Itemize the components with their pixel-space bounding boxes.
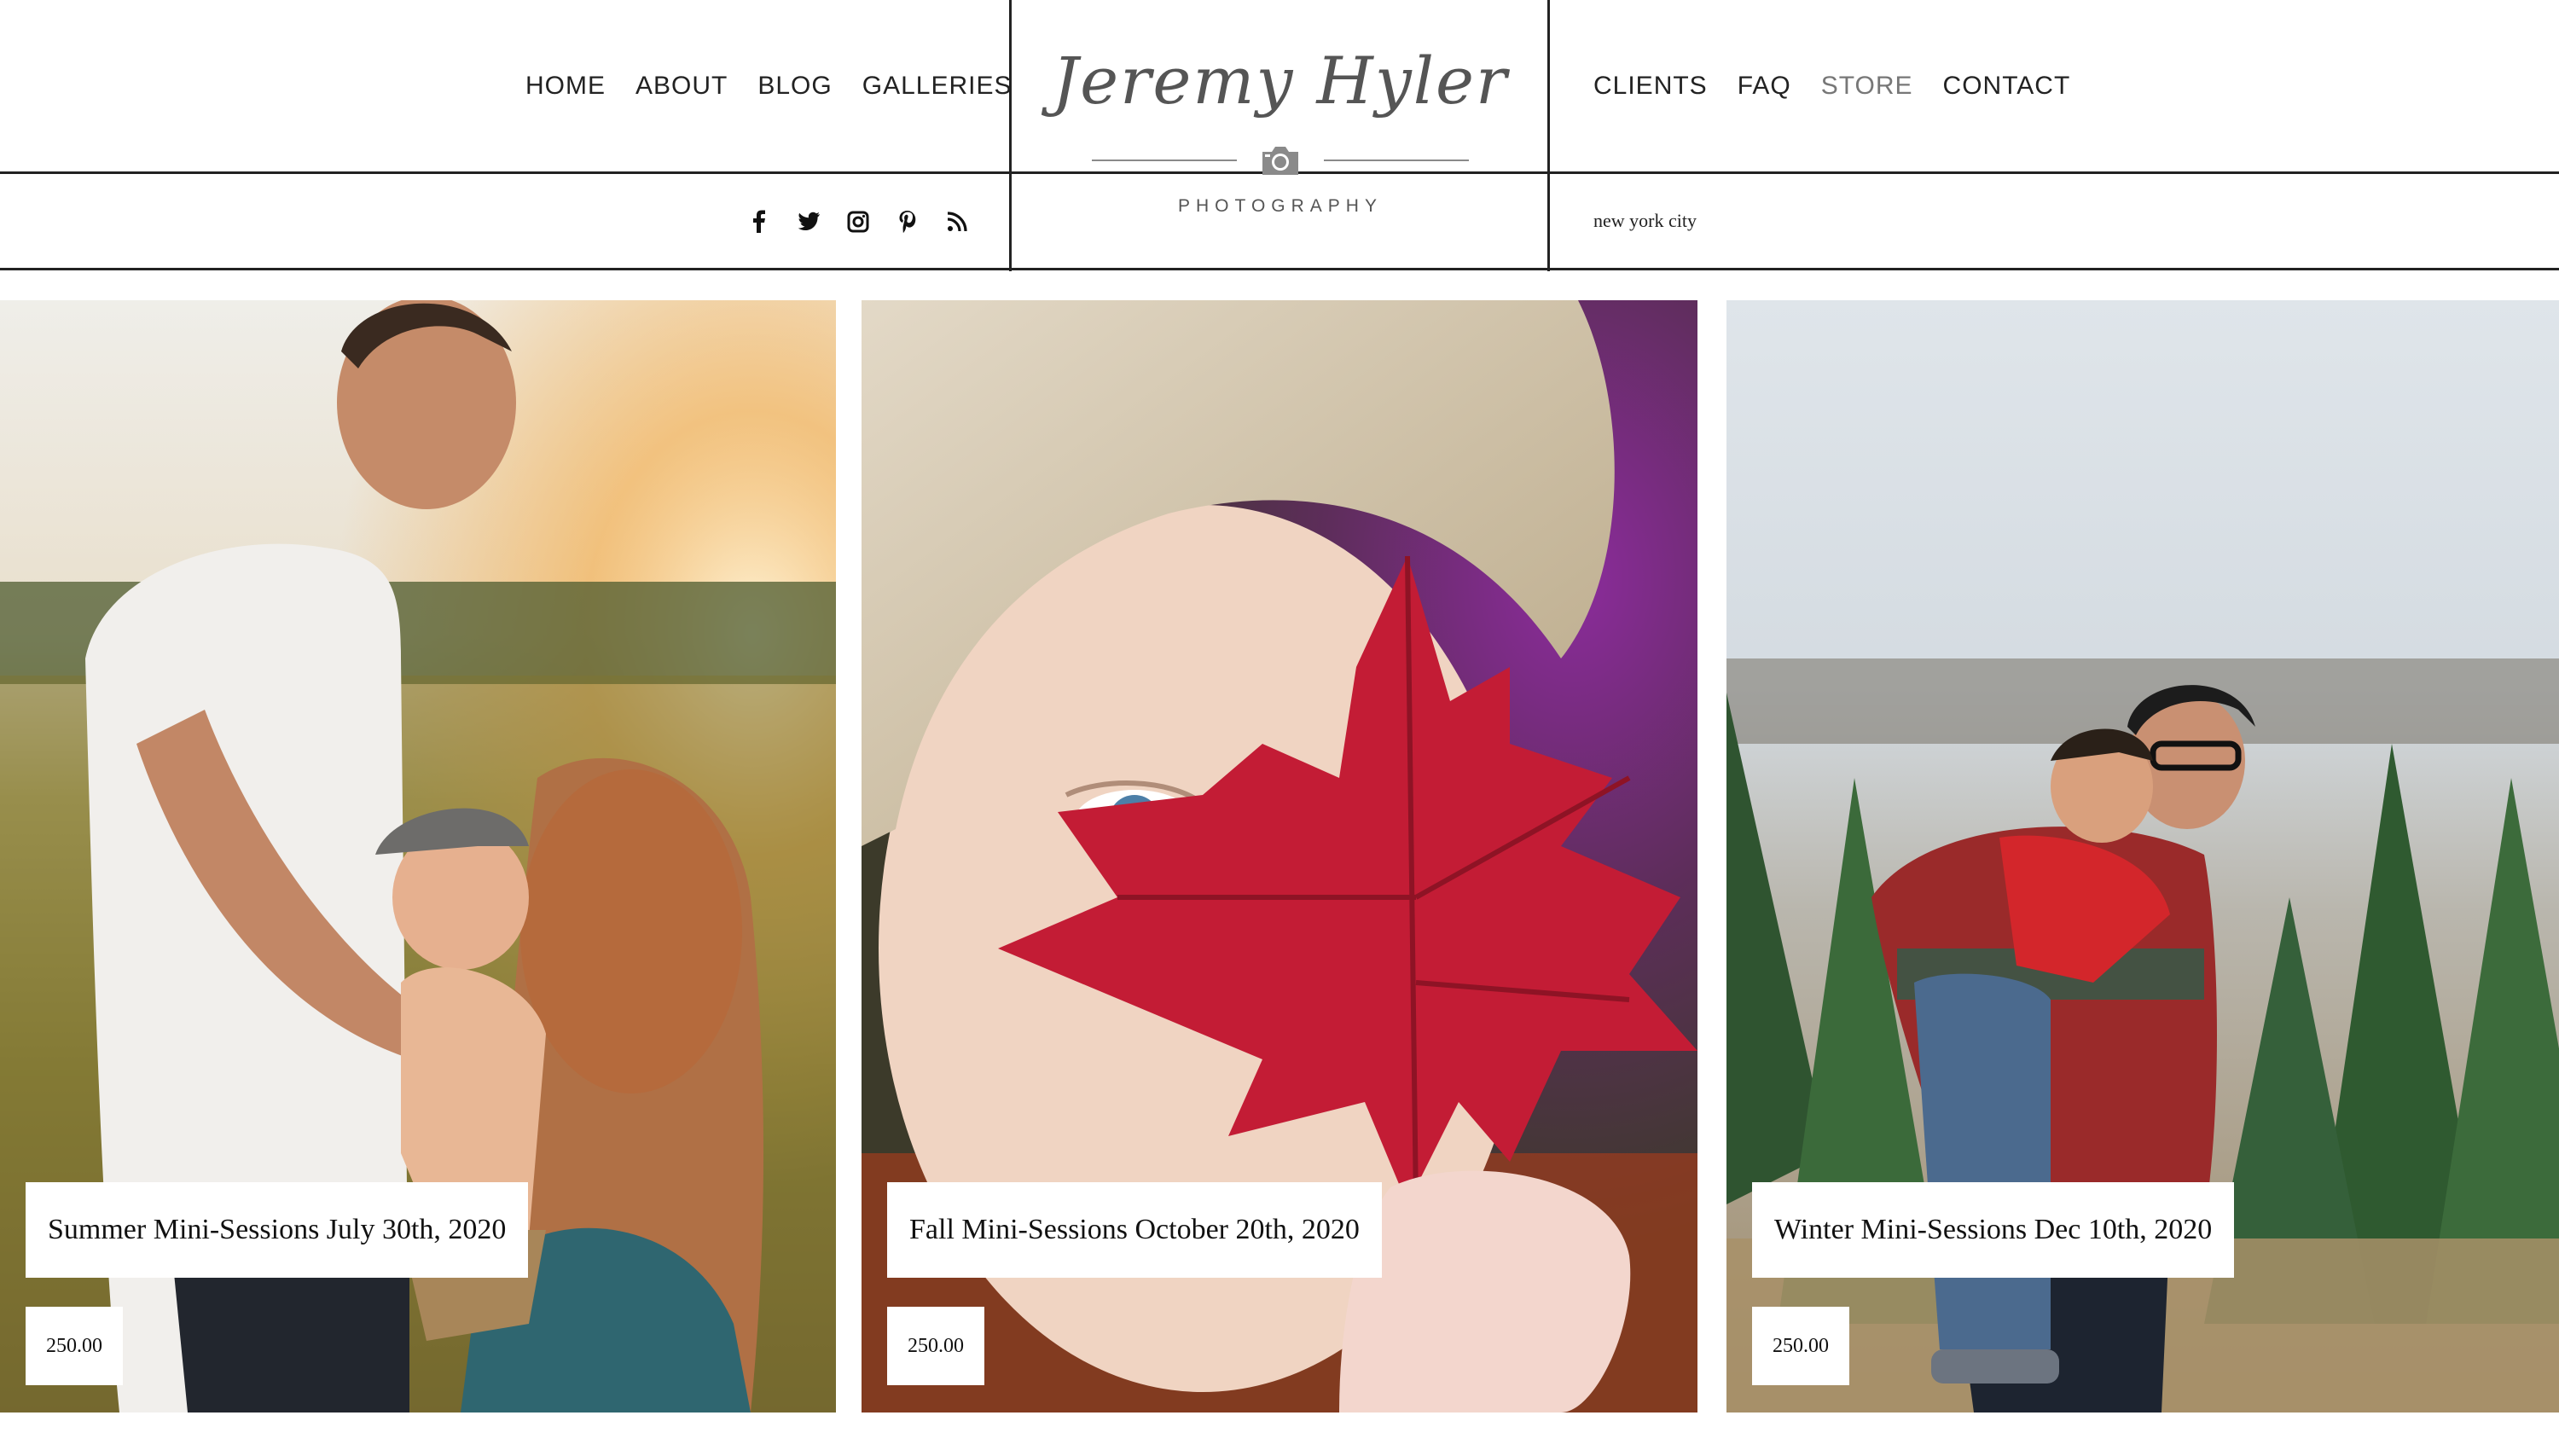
- product-title[interactable]: Winter Mini-Sessions Dec 10th, 2020: [1752, 1182, 2235, 1278]
- nav-store[interactable]: STORE: [1821, 72, 1913, 101]
- site-header: HOME ABOUT BLOG GALLERIES CLIENTS FAQ ST…: [0, 0, 2559, 271]
- product-title[interactable]: Fall Mini-Sessions October 20th, 2020: [887, 1182, 1382, 1278]
- pinterest-icon[interactable]: [896, 210, 920, 234]
- product-price: 250.00: [26, 1307, 123, 1385]
- product-card-winter[interactable]: Winter Mini-Sessions Dec 10th, 2020 250.…: [1726, 300, 2559, 1412]
- logo-script: Jeremy Hyler: [1052, 43, 1509, 119]
- product-card-summer[interactable]: Summer Mini-Sessions July 30th, 2020 250…: [0, 300, 836, 1412]
- primary-nav-left: HOME ABOUT BLOG GALLERIES: [525, 65, 1012, 107]
- location-text: new york city: [1593, 210, 1697, 231]
- product-title[interactable]: Summer Mini-Sessions July 30th, 2020: [26, 1182, 529, 1278]
- facebook-icon[interactable]: [747, 210, 771, 234]
- nav-home[interactable]: HOME: [525, 72, 606, 101]
- logo-rule-left: [1092, 160, 1237, 161]
- logo-rule-right: [1324, 160, 1469, 161]
- product-card-fall[interactable]: Fall Mini-Sessions October 20th, 2020 25…: [862, 300, 1697, 1412]
- nav-about[interactable]: ABOUT: [635, 72, 728, 101]
- instagram-icon[interactable]: [846, 210, 870, 234]
- logo-frame-right: [1547, 0, 1550, 271]
- social-links: [747, 205, 969, 239]
- nav-clients[interactable]: CLIENTS: [1593, 72, 1708, 101]
- camera-icon: [1262, 147, 1298, 175]
- nav-blog[interactable]: BLOG: [757, 72, 832, 101]
- rss-icon[interactable]: [945, 210, 969, 234]
- nav-contact[interactable]: CONTACT: [1943, 72, 2071, 101]
- logo-subtitle: PHOTOGRAPHY: [1178, 196, 1383, 216]
- primary-nav-right: CLIENTS FAQ STORE CONTACT: [1593, 65, 2070, 107]
- nav-faq[interactable]: FAQ: [1738, 72, 1791, 101]
- product-price: 250.00: [1752, 1307, 1849, 1385]
- site-logo[interactable]: Jeremy Hyler PHOTOGRAPHY: [1013, 0, 1547, 271]
- twitter-icon[interactable]: [797, 210, 821, 234]
- product-price: 250.00: [887, 1307, 984, 1385]
- nav-galleries[interactable]: GALLERIES: [862, 72, 1013, 101]
- logo-frame-left: [1009, 0, 1012, 271]
